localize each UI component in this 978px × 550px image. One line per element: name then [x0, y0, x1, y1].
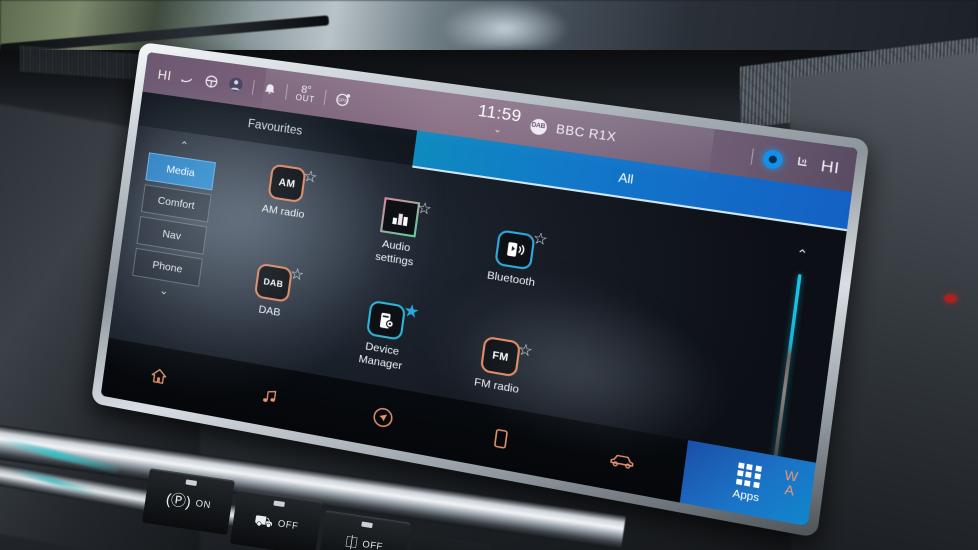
bell-icon[interactable]	[262, 81, 278, 98]
app-tile-am-radio[interactable]: AM AM radio	[223, 157, 350, 227]
dab-radio-icon[interactable]: DAB	[253, 262, 293, 303]
traction-control-icon: ⛟	[253, 511, 275, 531]
sidebar-item-phone[interactable]: Phone	[132, 247, 203, 287]
user-profile-icon[interactable]	[227, 75, 245, 93]
traction-control-state: OFF	[277, 517, 300, 532]
dab-badge: DAB	[529, 117, 548, 136]
app-tile-fm-radio[interactable]: FM FM radio	[433, 328, 567, 404]
status-left-label: HI	[156, 66, 173, 83]
app-label: DAB	[257, 303, 282, 320]
traction-control-button[interactable]: ⛟ OFF	[229, 489, 323, 550]
app-label: Bluetooth	[486, 269, 536, 290]
chevron-up-icon[interactable]: ⌃	[178, 140, 190, 154]
dab-icon-text: DAB	[262, 276, 284, 290]
gps-icon[interactable]: GPS	[334, 90, 353, 109]
status-spacer	[626, 139, 741, 155]
favourite-star-icon[interactable]: ☆	[289, 265, 305, 285]
device-manager-icon[interactable]	[365, 299, 407, 341]
status-divider	[251, 79, 255, 95]
dashboard-indicator-light	[944, 294, 957, 303]
apps-grid-icon	[735, 461, 762, 488]
favourite-star-icon[interactable]: ☆	[302, 167, 318, 186]
favourite-star-icon-active[interactable]: ★	[402, 300, 421, 322]
app-label: Device Manager	[357, 340, 403, 373]
outside-temperature: 8° OUT	[294, 83, 317, 105]
sidebar-item-media[interactable]: Media	[145, 152, 217, 191]
button-indicator-led	[185, 479, 198, 486]
favourite-star-icon[interactable]: ☆	[416, 199, 433, 219]
scrollbar-track[interactable]	[771, 273, 802, 470]
steering-wheel-icon[interactable]	[203, 72, 220, 89]
status-divider	[285, 83, 289, 100]
temperature-label: OUT	[294, 93, 316, 105]
app-tile-dab[interactable]: DAB DAB	[209, 256, 336, 328]
button-indicator-led	[361, 521, 373, 529]
media-station-label[interactable]: BBC R1X	[555, 121, 617, 144]
chevron-down-icon[interactable]: ⌄	[159, 284, 170, 299]
hazard-lights-button[interactable]	[405, 533, 491, 550]
parking-brake-icon: (Ⓟ)	[164, 490, 193, 511]
windshield-glare	[440, 0, 570, 48]
assistant-icon[interactable]	[761, 148, 784, 170]
scroll-up-icon[interactable]: ⌃	[795, 246, 809, 263]
seat-heater-icon[interactable]	[792, 154, 812, 173]
bluetooth-icon[interactable]	[494, 229, 536, 271]
app-tile-audio-settings[interactable]: Audio settings	[332, 190, 464, 275]
am-radio-icon-text: AM	[278, 176, 296, 191]
parking-sensor-button[interactable]: ⎅ OFF	[317, 510, 411, 550]
parking-sensor-icon: ⎅	[344, 532, 359, 550]
chevron-down-icon[interactable]: ⌄	[493, 124, 502, 136]
app-tile-device-manager[interactable]: Device Manager	[318, 293, 450, 380]
app-label: AM radio	[261, 202, 306, 222]
am-radio-icon[interactable]: AM	[267, 163, 307, 204]
parking-brake-button[interactable]: (Ⓟ) ON	[141, 468, 236, 535]
status-right-label: HI	[819, 156, 841, 178]
corner-indicator-line2: A	[783, 481, 796, 499]
fm-radio-icon[interactable]: FM	[479, 335, 522, 378]
favourite-star-icon[interactable]: ☆	[517, 340, 534, 360]
svg-text:GPS: GPS	[337, 97, 348, 104]
clock[interactable]: 11:59 ⌄	[475, 103, 523, 138]
nav-apps-label: Apps	[731, 487, 760, 505]
status-spacer	[360, 102, 467, 117]
app-tile-bluetooth[interactable]: Bluetooth	[447, 222, 582, 296]
phone-handset-icon[interactable]	[180, 70, 197, 85]
parking-sensor-state: OFF	[361, 538, 384, 550]
parking-brake-state: ON	[194, 497, 212, 511]
button-indicator-led	[273, 500, 285, 508]
car-interior-photo: HI 8° OUT GPS 11:59 ⌄ DAB BBC R1X HI Fav…	[0, 0, 978, 550]
status-divider	[323, 89, 327, 105]
fm-radio-icon-text: FM	[491, 349, 510, 364]
app-label: Audio settings	[374, 237, 415, 269]
favourite-star-icon[interactable]: ☆	[532, 229, 549, 249]
equalizer-icon[interactable]	[379, 197, 421, 238]
status-divider	[750, 147, 754, 165]
